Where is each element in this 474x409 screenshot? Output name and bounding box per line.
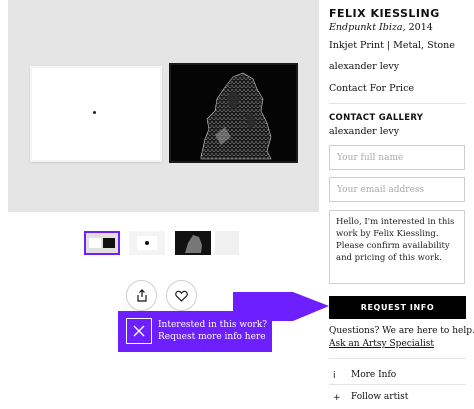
price-text: Contact For Price bbox=[329, 83, 415, 94]
request-info-button[interactable]: REQUEST INFO bbox=[329, 296, 466, 319]
thumbnail-2[interactable] bbox=[129, 231, 165, 255]
white-frame-artwork bbox=[30, 66, 162, 162]
share-button[interactable] bbox=[126, 280, 157, 311]
plus-icon: + bbox=[333, 393, 341, 403]
follow-artist-button[interactable]: + Follow artist bbox=[329, 390, 466, 408]
ask-specialist-link[interactable]: Ask an Artsy Specialist bbox=[329, 339, 434, 349]
full-name-field[interactable] bbox=[329, 145, 465, 170]
divider bbox=[329, 103, 466, 104]
more-info-label: More Info bbox=[351, 370, 397, 380]
info-icon: i bbox=[333, 371, 336, 381]
share-icon bbox=[136, 289, 147, 302]
close-icon bbox=[133, 325, 145, 337]
divider bbox=[329, 384, 466, 385]
request-info-callout: Interested in this work? Request more in… bbox=[118, 311, 272, 352]
artwork-year: , 2014 bbox=[402, 22, 433, 33]
callout-line-2: Request more info here bbox=[158, 332, 266, 342]
message-field[interactable]: Hello, I'm interested in this work by Fe… bbox=[329, 210, 465, 284]
contact-gallery-heading: CONTACT GALLERY bbox=[329, 113, 424, 123]
callout-line-1: Interested in this work? bbox=[158, 320, 268, 330]
artist-name[interactable]: FELIX KIESSLING bbox=[329, 7, 440, 20]
questions-text: Questions? We are here to help. bbox=[329, 326, 474, 336]
center-dot bbox=[93, 111, 96, 114]
thumbnail-4[interactable] bbox=[215, 231, 239, 255]
divider bbox=[329, 358, 466, 359]
save-button[interactable] bbox=[166, 280, 197, 311]
callout-text: Interested in this work? Request more in… bbox=[158, 319, 270, 343]
artwork-title-line: Endpunkt Ibiza, 2014 bbox=[329, 22, 433, 33]
artwork-title: Endpunkt Ibiza bbox=[329, 22, 403, 33]
email-field[interactable] bbox=[329, 177, 465, 202]
follow-artist-label: Follow artist bbox=[351, 392, 409, 402]
artwork-image[interactable] bbox=[8, 0, 319, 212]
contact-gallery-name: alexander levy bbox=[329, 126, 400, 137]
artwork-medium: Inkjet Print | Metal, Stone bbox=[329, 40, 455, 51]
close-callout-button[interactable] bbox=[126, 318, 152, 344]
thumbnail-3[interactable] bbox=[175, 231, 211, 255]
stone-image bbox=[200, 72, 272, 160]
black-frame-artwork bbox=[169, 63, 298, 163]
heart-icon bbox=[175, 290, 188, 302]
thumbnail-1[interactable] bbox=[84, 231, 120, 255]
gallery-name[interactable]: alexander levy bbox=[329, 61, 399, 72]
